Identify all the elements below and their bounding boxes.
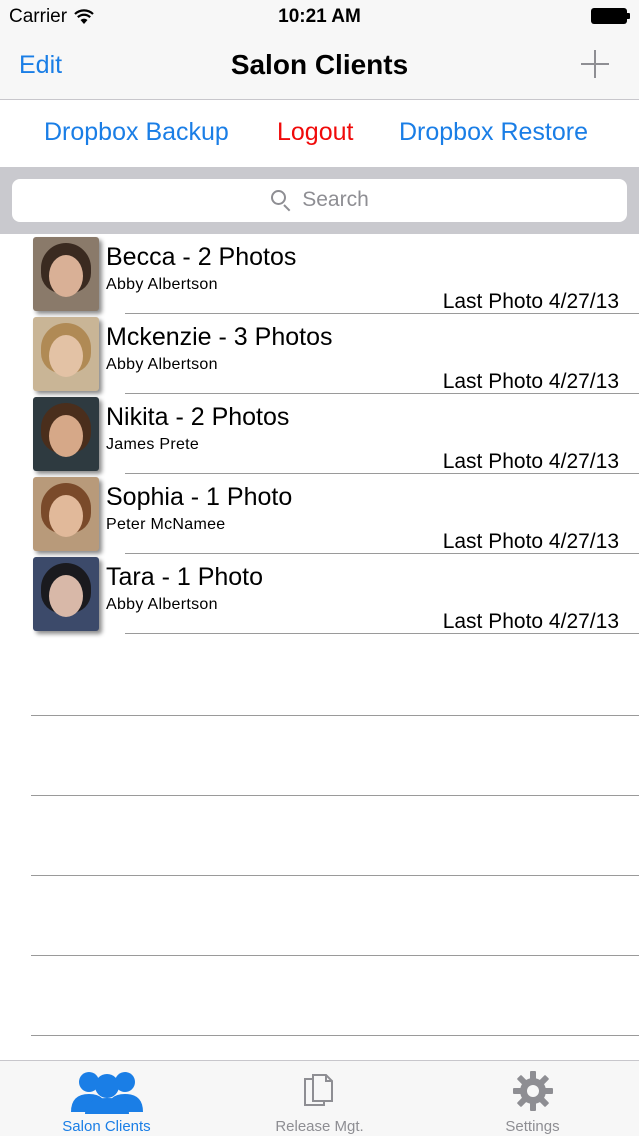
last-photo-date: Last Photo 4/27/13 xyxy=(442,610,619,633)
search-placeholder: Search xyxy=(302,188,369,211)
dropbox-backup-button[interactable]: Dropbox Backup xyxy=(44,118,229,147)
dropbox-toolbar: Dropbox Backup Logout Dropbox Restore xyxy=(0,100,639,167)
last-photo-date: Last Photo 4/27/13 xyxy=(442,530,619,553)
gear-icon xyxy=(512,1071,553,1111)
client-name: Sophia - 1 Photo xyxy=(106,483,293,511)
client-name: Tara - 1 Photo xyxy=(106,563,264,591)
row-divider xyxy=(125,633,639,634)
last-photo-date: Last Photo 4/27/13 xyxy=(442,450,619,473)
client-photo xyxy=(33,557,99,631)
client-photo xyxy=(33,237,99,311)
stylist-name: Abby Albertson xyxy=(106,596,218,613)
tab-label: Salon Clients xyxy=(62,1118,151,1135)
search-icon xyxy=(270,189,292,212)
empty-row-divider xyxy=(31,875,639,876)
empty-row-divider xyxy=(31,1035,639,1036)
stylist-name: Abby Albertson xyxy=(106,276,218,293)
client-photo xyxy=(33,397,99,471)
navigation-bar: Edit Salon Clients xyxy=(0,34,639,100)
last-photo-date: Last Photo 4/27/13 xyxy=(442,370,619,393)
empty-row-divider xyxy=(31,955,639,956)
stylist-name: James Prete xyxy=(106,436,200,453)
empty-row-divider xyxy=(31,795,639,796)
people-icon xyxy=(70,1072,143,1114)
tab-label: Release Mgt. xyxy=(275,1118,364,1135)
tab-settings[interactable]: Settings xyxy=(426,1061,639,1136)
empty-row-divider xyxy=(31,715,639,716)
client-row[interactable]: Nikita - 2 Photos James Prete Last Photo… xyxy=(0,394,639,474)
tab-salon-clients[interactable]: Salon Clients xyxy=(0,1061,213,1136)
client-row[interactable]: Mckenzie - 3 Photos Abby Albertson Last … xyxy=(0,314,639,394)
last-photo-date: Last Photo 4/27/13 xyxy=(442,290,619,313)
tab-label: Settings xyxy=(505,1118,560,1135)
client-photo xyxy=(33,317,99,391)
search-input[interactable]: Search xyxy=(12,179,627,222)
tab-bar: Salon Clients Release Mgt. Settings xyxy=(0,1060,639,1136)
plus-icon[interactable] xyxy=(581,50,609,78)
page-title: Salon Clients xyxy=(230,49,409,80)
client-row[interactable]: Tara - 1 Photo Abby Albertson Last Photo… xyxy=(0,554,639,634)
stylist-name: Abby Albertson xyxy=(106,356,218,373)
client-row[interactable]: Sophia - 1 Photo Peter McNamee Last Phot… xyxy=(0,474,639,554)
documents-icon xyxy=(303,1074,333,1106)
stylist-name: Peter McNamee xyxy=(106,516,226,533)
client-name: Becca - 2 Photos xyxy=(106,243,297,271)
client-name: Mckenzie - 3 Photos xyxy=(106,323,333,351)
dropbox-restore-button[interactable]: Dropbox Restore xyxy=(399,118,588,147)
battery-icon xyxy=(591,8,631,24)
client-photo xyxy=(33,477,99,551)
status-time: 10:21 AM xyxy=(278,6,361,27)
client-list: Becca - 2 Photos Abby Albertson Last Pho… xyxy=(0,234,639,1060)
search-bar: Search xyxy=(0,167,639,234)
client-name: Nikita - 2 Photos xyxy=(106,403,290,431)
status-bar: Carrier 10:21 AM xyxy=(0,0,639,34)
tab-release-mgt[interactable]: Release Mgt. xyxy=(213,1061,426,1136)
client-row[interactable]: Becca - 2 Photos Abby Albertson Last Pho… xyxy=(0,234,639,314)
logout-button[interactable]: Logout xyxy=(277,118,353,147)
